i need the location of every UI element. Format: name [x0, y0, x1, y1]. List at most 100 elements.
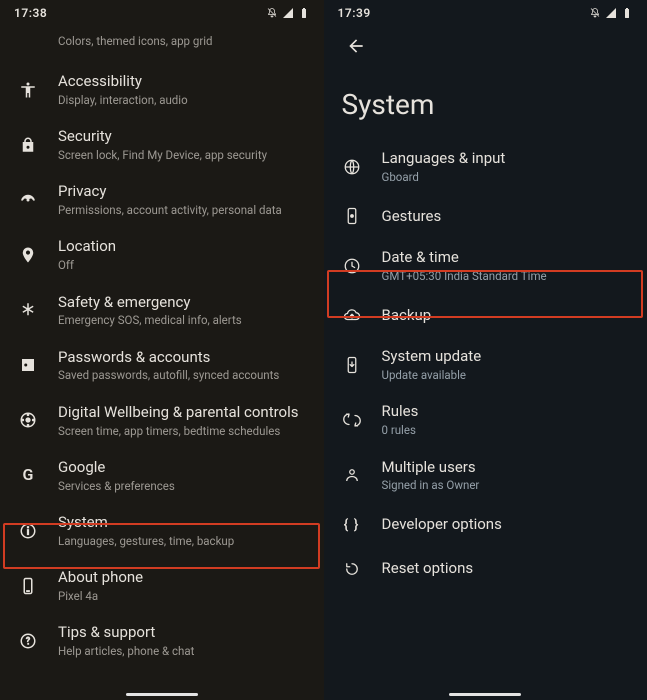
setting-subtitle: Permissions, account activity, personal …: [58, 203, 282, 217]
phone-icon: [14, 574, 42, 598]
setting-subtitle: Pixel 4a: [58, 589, 143, 603]
system-item-update[interactable]: System update Update available: [324, 337, 647, 392]
clock-icon: [338, 254, 366, 278]
info-icon: [14, 519, 42, 543]
settings-list: Colors, themed icons, app grid Accessibi…: [0, 22, 324, 676]
signal-icon: [605, 7, 617, 19]
system-item-languages[interactable]: Languages & input Gboard: [324, 139, 647, 194]
accessibility-icon: [14, 78, 42, 102]
system-item-backup[interactable]: Backup: [324, 293, 647, 337]
setting-title: Developer options: [382, 515, 502, 534]
settings-item-privacy[interactable]: Privacy Permissions, account activity, pe…: [0, 172, 324, 227]
setting-title: Accessibility: [58, 72, 188, 91]
setting-title: Reset options: [382, 559, 474, 578]
settings-item-tips[interactable]: Tips & support Help articles, phone & cha…: [0, 613, 324, 668]
setting-subtitle: Services & preferences: [58, 479, 175, 493]
home-indicator[interactable]: [126, 693, 198, 696]
back-arrow-icon: [346, 36, 366, 56]
settings-item-wallpaper[interactable]: Colors, themed icons, app grid: [0, 22, 324, 62]
settings-item-safety[interactable]: Safety & emergencyEmergency SOS, medical…: [0, 283, 324, 338]
setting-subtitle: Languages, gestures, time, backup: [58, 534, 234, 548]
system-item-gestures[interactable]: Gestures: [324, 194, 647, 238]
setting-subtitle: Screen time, app timers, bedtime schedul…: [58, 424, 299, 438]
setting-subtitle: Off: [58, 258, 116, 272]
globe-icon: [338, 155, 366, 179]
system-list: Languages & input Gboard Gestures Date & …: [324, 139, 647, 599]
help-icon: [14, 629, 42, 653]
palette-icon: [14, 28, 42, 52]
status-icons: [589, 7, 633, 19]
setting-title: Privacy: [58, 182, 282, 201]
setting-title: Security: [58, 127, 267, 146]
status-bar: 17:39: [324, 0, 647, 22]
system-item-developer[interactable]: { } Developer options: [324, 503, 647, 547]
system-item-users[interactable]: Multiple usersSigned in as Owner: [324, 448, 647, 503]
lock-icon: [14, 133, 42, 157]
home-indicator[interactable]: [449, 693, 521, 696]
status-time: 17:38: [14, 6, 47, 20]
setting-subtitle: Screen lock, Find My Device, app securit…: [58, 148, 267, 162]
users-icon: [338, 463, 366, 487]
settings-item-google[interactable]: G Google Services & preferences: [0, 448, 324, 503]
cloud-icon: [338, 303, 366, 327]
setting-title: Multiple users: [382, 458, 480, 477]
page-title: System: [324, 60, 647, 139]
setting-title: Digital Wellbeing & parental controls: [58, 403, 299, 422]
key-icon: [14, 353, 42, 377]
setting-title: Safety & emergency: [58, 293, 242, 312]
system-item-datetime[interactable]: Date & time GMT+05:30 India Standard Time: [324, 238, 647, 293]
asterisk-icon: [14, 298, 42, 322]
setting-title: Backup: [382, 306, 432, 325]
setting-subtitle: Gboard: [382, 170, 506, 184]
status-time: 17:39: [338, 6, 371, 20]
setting-title: Tips & support: [58, 623, 194, 642]
setting-subtitle: Signed in as Owner: [382, 478, 480, 492]
setting-title: Date & time: [382, 248, 547, 267]
battery-icon: [298, 7, 310, 19]
privacy-icon: [14, 188, 42, 212]
setting-subtitle: Colors, themed icons, app grid: [58, 34, 213, 48]
setting-title: Gestures: [382, 207, 442, 226]
location-icon: [14, 243, 42, 267]
setting-title: Google: [58, 458, 175, 477]
status-bar: 17:38: [0, 0, 324, 22]
settings-item-security[interactable]: Security Screen lock, Find My Device, app…: [0, 117, 324, 172]
signal-icon: [282, 7, 294, 19]
setting-subtitle: Help articles, phone & chat: [58, 644, 194, 658]
settings-item-accessibility[interactable]: Accessibility Display, interaction, audio: [0, 62, 324, 117]
setting-title: Rules: [382, 402, 419, 421]
system-item-rules[interactable]: Rules 0 rules: [324, 392, 647, 447]
rules-icon: [338, 408, 366, 432]
system-update-icon: [338, 353, 366, 377]
wellbeing-icon: [14, 408, 42, 432]
setting-title: System update: [382, 347, 482, 366]
setting-subtitle: 0 rules: [382, 423, 419, 437]
settings-item-passwords[interactable]: Passwords & accountsSaved passwords, aut…: [0, 338, 324, 393]
dnd-icon: [589, 7, 601, 19]
settings-item-about[interactable]: About phone Pixel 4a: [0, 558, 324, 613]
setting-title: System: [58, 513, 234, 532]
dnd-icon: [266, 7, 278, 19]
developer-icon: { }: [338, 513, 366, 537]
setting-subtitle: Update available: [382, 368, 482, 382]
gesture-icon: [338, 204, 366, 228]
battery-icon: [621, 7, 633, 19]
settings-main-screen: 17:38 Colors, themed icons, app grid Acc…: [0, 0, 324, 700]
reset-icon: [338, 557, 366, 581]
setting-title: Languages & input: [382, 149, 506, 168]
setting-subtitle: Emergency SOS, medical info, alerts: [58, 313, 242, 327]
back-button[interactable]: [342, 32, 370, 60]
setting-title: Location: [58, 237, 116, 256]
status-icons: [266, 7, 310, 19]
settings-item-wellbeing[interactable]: Digital Wellbeing & parental controls Scr…: [0, 393, 324, 448]
setting-title: Passwords & accounts: [58, 348, 279, 367]
setting-title: About phone: [58, 568, 143, 587]
settings-item-location[interactable]: Location Off: [0, 227, 324, 282]
system-settings-screen: 17:39 System Languages & input Gboard Ges…: [324, 0, 647, 700]
setting-subtitle: Saved passwords, autofill, synced accoun…: [58, 368, 279, 382]
setting-subtitle: Display, interaction, audio: [58, 93, 188, 107]
settings-item-system[interactable]: System Languages, gestures, time, backup: [0, 503, 324, 558]
google-icon: G: [14, 463, 42, 487]
system-item-reset[interactable]: Reset options: [324, 547, 647, 591]
setting-subtitle: GMT+05:30 India Standard Time: [382, 269, 547, 283]
